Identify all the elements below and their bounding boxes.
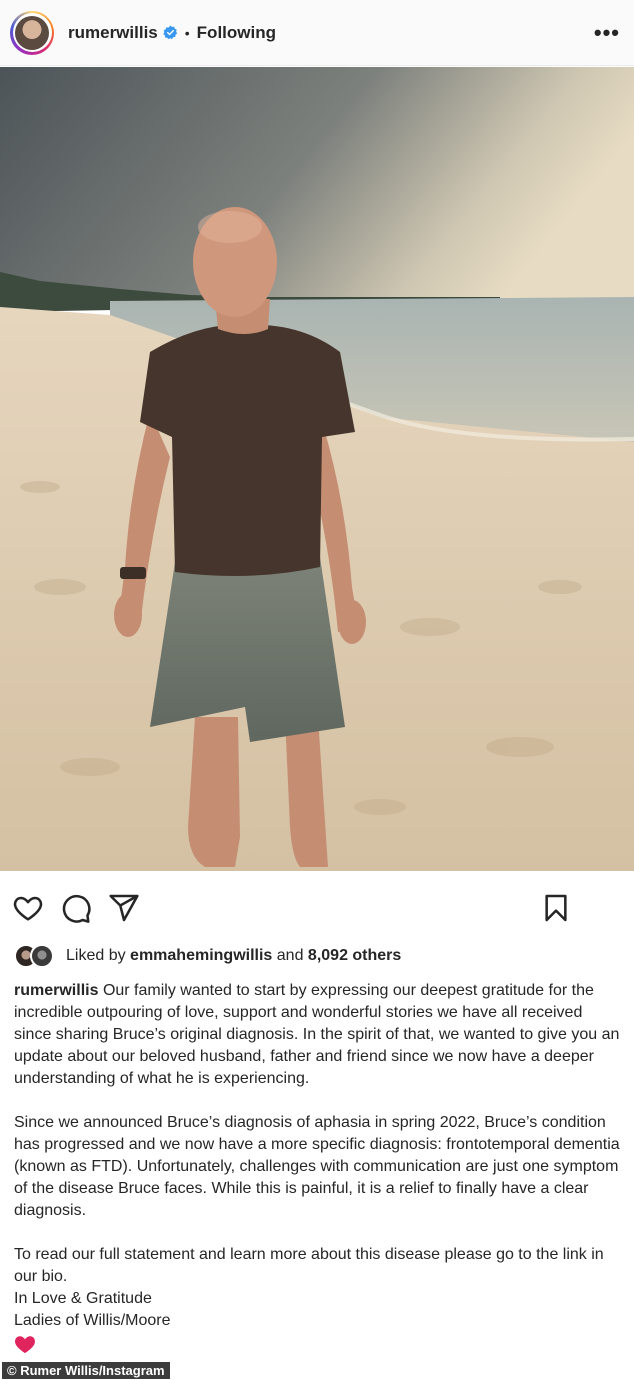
avatar-border <box>12 13 52 52</box>
post-action-bar <box>0 882 634 932</box>
likes-user-link[interactable]: emmahemingwillis <box>130 947 272 965</box>
comment-bubble-icon <box>62 894 91 923</box>
comment-button[interactable] <box>60 892 92 924</box>
bookmark-icon <box>545 894 567 922</box>
like-button[interactable] <box>12 892 44 924</box>
post-caption: rumerwillis Our family wanted to start b… <box>14 980 624 1361</box>
caption-signoff: Ladies of Willis/Moore <box>14 1312 171 1329</box>
save-button[interactable] <box>540 892 572 924</box>
caption-paragraph: rumerwillis Our family wanted to start b… <box>14 980 624 1090</box>
photo-credit: © Rumer Willis/Instagram <box>2 1362 170 1379</box>
more-options-button[interactable]: ••• <box>594 21 620 44</box>
beach-photo-illustration <box>0 67 634 871</box>
post-header: rumerwillis • Following ••• <box>0 0 634 66</box>
avatar-image <box>15 15 49 50</box>
heart-outline-icon <box>13 896 43 921</box>
likes-row[interactable]: Liked by emmahemingwillis and 8,092 othe… <box>14 940 401 972</box>
liker-avatars <box>14 942 62 970</box>
paper-plane-icon <box>109 894 139 922</box>
caption-paragraph: Since we announced Bruce’s diagnosis of … <box>14 1114 620 1219</box>
profile-avatar[interactable] <box>10 10 54 55</box>
header-username[interactable]: rumerwillis <box>68 23 158 43</box>
likes-connector: and <box>276 947 304 964</box>
header-separator: • <box>184 24 190 41</box>
caption-signoff: In Love & Gratitude <box>14 1290 152 1307</box>
following-button[interactable]: Following <box>197 23 276 43</box>
caption-username[interactable]: rumerwillis <box>14 982 98 999</box>
likes-others-link[interactable]: 8,092 others <box>308 947 401 965</box>
post-photo[interactable] <box>0 67 634 871</box>
share-button[interactable] <box>108 892 140 924</box>
red-heart-emoji-icon <box>15 1336 35 1354</box>
likes-prefix: Liked by <box>66 947 126 964</box>
caption-text: Our family wanted to start by expressing… <box>14 982 620 1087</box>
verified-badge-icon <box>163 25 177 40</box>
caption-paragraph: To read our full statement and learn mor… <box>14 1246 604 1285</box>
liker-avatar <box>30 944 54 968</box>
